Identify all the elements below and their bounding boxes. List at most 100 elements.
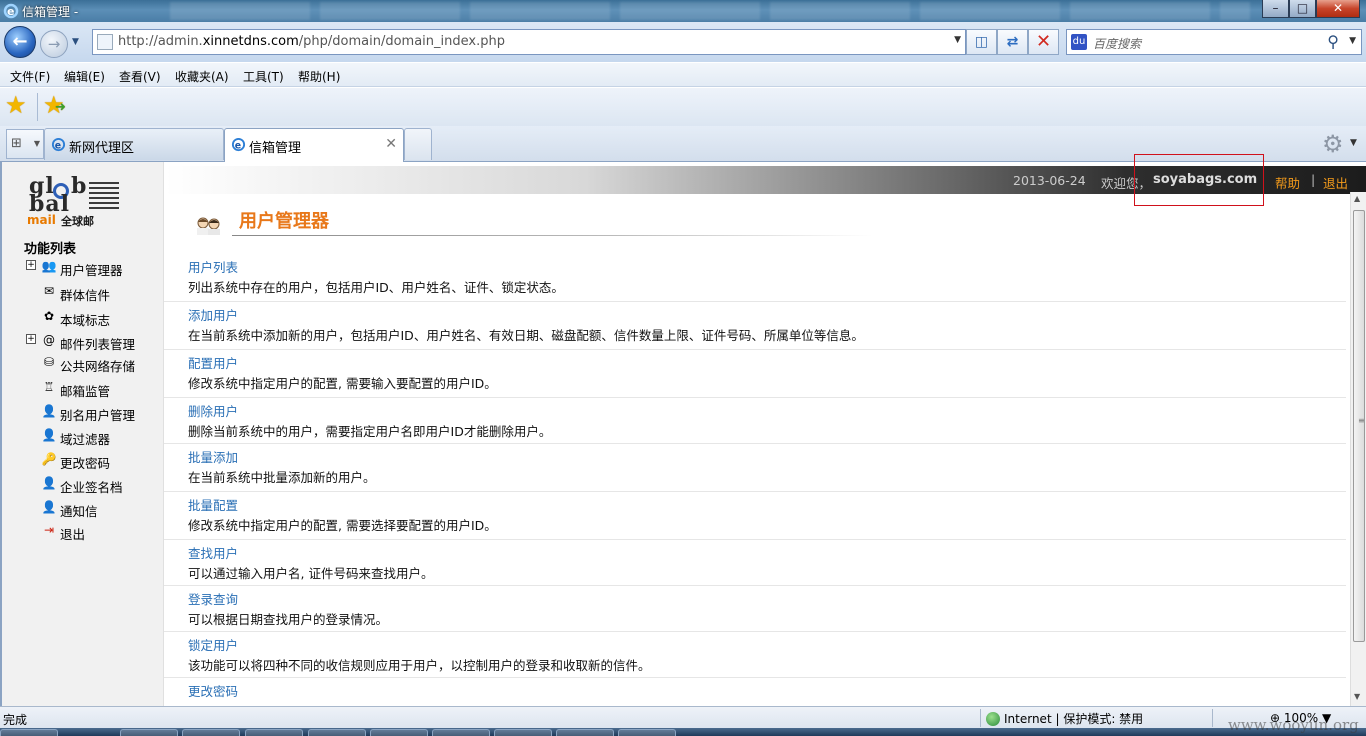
sidebar-item-signature[interactable]: 👤 企业签名档 (2, 475, 162, 495)
back-button[interactable]: ← (4, 26, 36, 58)
taskbar-button[interactable] (182, 729, 240, 736)
user-list-link[interactable]: 用户列表 (188, 257, 238, 276)
batch-add-link[interactable]: 批量添加 (188, 447, 238, 466)
close-window-button[interactable]: ✕ (1316, 0, 1360, 18)
sidebar-item-domain-filter[interactable]: 👤 域过滤器 (2, 427, 162, 447)
page-icon (97, 34, 113, 50)
user-icon: 👤 (41, 404, 57, 418)
users-header-icon (197, 217, 220, 235)
sidebar-item-user-manager[interactable]: + 👥 用户管理器 (2, 258, 162, 278)
item-description: 修改系统中指定用户的配置, 需要选择要配置的用户ID。 (188, 518, 497, 533)
taskbar-button[interactable] (432, 729, 490, 736)
window-controls: – □ ✕ (1262, 0, 1360, 18)
key-icon: 🔑 (41, 452, 57, 466)
menu-view[interactable]: 查看(V) (119, 68, 161, 85)
help-link[interactable]: 帮助 (1275, 173, 1300, 192)
taskbar-button[interactable] (245, 729, 303, 736)
favorites-star-icon[interactable]: ★ (5, 91, 27, 119)
list-item: 添加用户 在当前系统中添加新的用户，包括用户ID、用户姓名、有效日期、磁盘配额、… (164, 302, 1346, 350)
find-user-link[interactable]: 查找用户 (188, 543, 238, 562)
menu-edit[interactable]: 编辑(E) (64, 68, 105, 85)
domain-logo-icon: ✿ (43, 309, 55, 323)
sidebar-item-domain-logo[interactable]: ✿ 本域标志 (2, 308, 162, 328)
function-list: 用户列表 列出系统中存在的用户，包括用户ID、用户姓名、证件、锁定状态。 添加用… (164, 254, 1346, 726)
page-content: gl b bal mail 全球邮 功能列表 + 👥 用户管理器 ✉ 群体信件 … (0, 154, 1366, 706)
delete-user-link[interactable]: 删除用户 (188, 401, 238, 420)
tab-xinwang-agent[interactable]: e 新网代理区 (44, 128, 224, 160)
ie-icon: e (3, 3, 19, 19)
expand-icon[interactable]: + (26, 334, 36, 344)
taskbar-button[interactable] (0, 729, 58, 736)
address-url[interactable]: http://admin.xinnetdns.com/php/domain/do… (118, 34, 505, 49)
menu-tools[interactable]: 工具(T) (243, 68, 284, 85)
taskbar-button[interactable] (308, 729, 366, 736)
menu-file[interactable]: 文件(F) (10, 68, 50, 85)
list-item: 批量添加 在当前系统中批量添加新的用户。 (164, 444, 1346, 492)
logo-stripes (89, 182, 119, 212)
sidebar-item-mailbox-monitor[interactable]: ♖ 邮箱监管 (2, 379, 162, 399)
recent-pages-dropdown-icon[interactable]: ▼ (72, 37, 79, 47)
search-placeholder[interactable]: 百度搜索 (1093, 35, 1141, 52)
scroll-down-icon[interactable]: ▼ (1354, 692, 1360, 701)
taskbar-button[interactable] (370, 729, 428, 736)
address-actions: ◫ ⇄ ✕ (966, 29, 1059, 55)
item-description: 列出系统中存在的用户，包括用户ID、用户姓名、证件、锁定状态。 (188, 280, 564, 295)
scroll-up-icon[interactable]: ▲ (1354, 194, 1360, 203)
sidebar-item-notice[interactable]: 👤 通知信 (2, 499, 162, 519)
login-query-link[interactable]: 登录查询 (188, 589, 238, 608)
maximize-button[interactable]: □ (1289, 0, 1316, 18)
item-description: 该功能可以将四种不同的收信规则应用于用户，以控制用户的登录和收取新的信件。 (188, 658, 651, 673)
search-box[interactable]: du 百度搜索 ⚲ ▼ (1066, 29, 1362, 55)
refresh-icon[interactable]: ⇄ (997, 29, 1028, 55)
change-password-link[interactable]: 更改密码 (188, 681, 238, 700)
expand-icon[interactable]: + (26, 260, 36, 270)
users-icon: 👥 (41, 259, 57, 273)
item-description: 修改系统中指定用户的配置, 需要输入要配置的用户ID。 (188, 376, 497, 391)
list-item: 锁定用户 该功能可以将四种不同的收信规则应用于用户，以控制用户的登录和收取新的信… (164, 632, 1346, 678)
search-icon[interactable]: ⚲ (1327, 32, 1339, 51)
list-item: 删除用户 删除当前系统中的用户，需要指定用户名即用户ID才能删除用户。 (164, 398, 1346, 444)
stop-icon[interactable]: ✕ (1028, 29, 1059, 55)
window-title-bar: e 信箱管理 - – □ ✕ (0, 0, 1366, 22)
group-mail-icon: ✉ (43, 284, 55, 298)
address-dropdown-icon[interactable]: ▼ (954, 35, 961, 45)
minimize-button[interactable]: – (1262, 0, 1289, 18)
menu-favorites[interactable]: 收藏夹(A) (175, 68, 229, 85)
scroll-grip-icon: ≡ (1358, 416, 1365, 425)
compatibility-view-icon[interactable]: ◫ (966, 29, 997, 55)
window-title: 信箱管理 - (22, 5, 79, 19)
scroll-thumb[interactable]: ≡ (1353, 210, 1365, 642)
quick-tabs-button[interactable]: ⊞ ▼ (6, 129, 44, 159)
security-zone[interactable]: Internet | 保护模式: 禁用 (986, 710, 1143, 727)
tab-mailbox-management[interactable]: e 信箱管理 ✕ (224, 128, 404, 162)
sidebar-item-group-mail[interactable]: ✉ 群体信件 (2, 283, 162, 303)
logout-link[interactable]: 退出 (1323, 173, 1348, 192)
taskbar-button[interactable] (120, 729, 178, 736)
forward-button[interactable]: → (40, 30, 68, 58)
user-icon: 👤 (41, 500, 57, 514)
sidebar-item-logout[interactable]: ⇥ 退出 (2, 522, 162, 542)
ie-tab-icon: e (231, 137, 246, 151)
baidu-icon: du (1071, 34, 1087, 50)
add-user-link[interactable]: 添加用户 (188, 305, 238, 324)
taskbar-button[interactable] (618, 729, 676, 736)
tools-gear-icon[interactable]: ⚙ ▼ (1322, 130, 1357, 158)
svg-text:e: e (7, 5, 14, 18)
taskbar-button[interactable] (494, 729, 552, 736)
vertical-scrollbar[interactable]: ▲ ≡ ▼ (1350, 192, 1366, 706)
batch-configure-link[interactable]: 批量配置 (188, 495, 238, 514)
configure-user-link[interactable]: 配置用户 (188, 353, 238, 372)
sidebar-item-network-storage[interactable]: ⛁ 公共网络存储 (2, 354, 162, 374)
lock-user-link[interactable]: 锁定用户 (188, 635, 238, 654)
new-tab-button[interactable] (404, 128, 432, 160)
address-bar[interactable]: http://admin.xinnetdns.com/php/domain/do… (92, 29, 966, 55)
close-tab-icon[interactable]: ✕ (385, 136, 397, 152)
menu-help[interactable]: 帮助(H) (298, 68, 340, 85)
search-dropdown-icon[interactable]: ▼ (1349, 36, 1356, 46)
sidebar-item-change-password[interactable]: 🔑 更改密码 (2, 451, 162, 471)
sidebar-item-alias-users[interactable]: 👤 别名用户管理 (2, 403, 162, 423)
taskbar-button[interactable] (556, 729, 614, 736)
add-favorite-icon[interactable]: ★ ➜ (43, 91, 66, 119)
sidebar-item-mail-list[interactable]: + @ 邮件列表管理 (2, 332, 162, 352)
topbar-separator: | (1311, 172, 1316, 187)
